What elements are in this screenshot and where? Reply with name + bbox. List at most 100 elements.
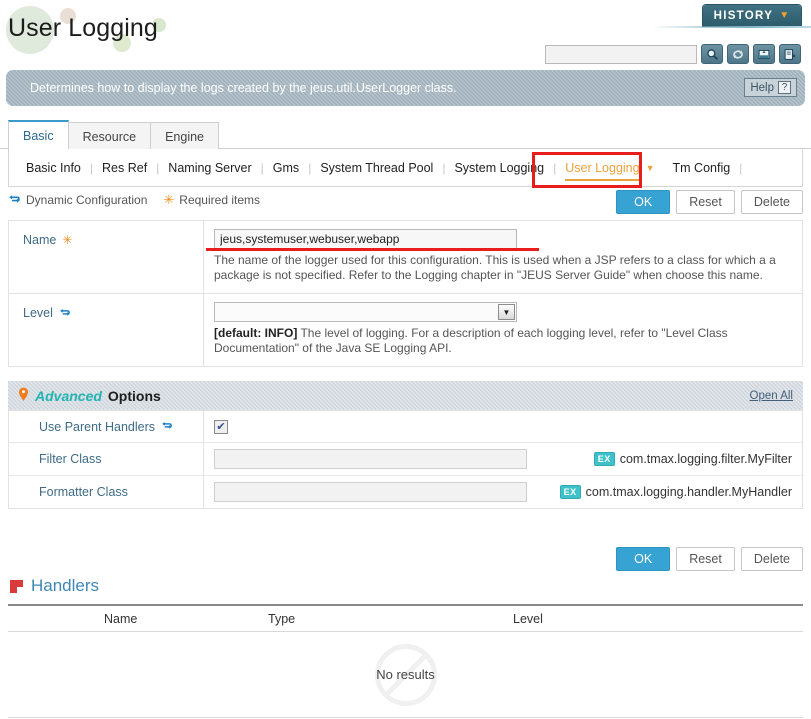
header-divider (651, 26, 811, 28)
subtab-user-logging-label: User Logging (565, 160, 640, 175)
level-body-cell: ▼ [default: INFO] The level of logging. … (204, 294, 802, 366)
level-select-wrap: ▼ (214, 302, 517, 322)
formatter-class-input[interactable] (214, 482, 527, 502)
help-button[interactable]: Help ? (744, 78, 797, 97)
form-actions-top: OK Reset Delete (616, 190, 803, 214)
subtab-system-thread-pool[interactable]: System Thread Pool (311, 161, 442, 175)
tab-engine[interactable]: Engine (150, 122, 220, 150)
form-actions-bottom: OK Reset Delete (616, 547, 803, 571)
tab-basic[interactable]: Basic (8, 120, 69, 150)
legend-required-items: ✳ Required items (163, 192, 260, 208)
advanced-row-filter-class: Filter Class EX com.tmax.logging.filter.… (9, 443, 802, 476)
name-body-cell: The name of the logger used for this con… (204, 221, 802, 293)
level-select[interactable] (214, 302, 517, 322)
basic-form: Name ✳ The name of the logger used for t… (8, 220, 803, 367)
xml-export-icon[interactable] (753, 44, 775, 64)
subtab-res-ref[interactable]: Res Ref (93, 161, 156, 175)
refresh-icon[interactable] (727, 44, 749, 64)
level-description: [default: INFO] The level of logging. Fo… (214, 326, 792, 356)
page-header: User Logging HISTORY ▼ (0, 0, 811, 68)
formatter-class-example-text: com.tmax.logging.handler.MyHandler (585, 485, 792, 499)
advanced-row-use-parent-handlers: Use Parent Handlers ✔ (9, 411, 802, 443)
chevron-down-icon: ▼ (779, 10, 791, 21)
reset-button-bottom[interactable]: Reset (676, 547, 735, 571)
tab-resource[interactable]: Resource (67, 122, 152, 150)
legend-row: Dynamic Configuration ✳ Required items (8, 192, 260, 208)
example-badge-icon: EX (559, 485, 581, 499)
search-input[interactable] (545, 44, 697, 64)
handlers-table: Name Type Level No results (8, 604, 803, 718)
subtab-user-logging[interactable]: User Logging ▼ (556, 160, 663, 181)
handlers-table-header: Name Type Level (8, 604, 803, 632)
level-label-cell: Level (9, 294, 204, 366)
sub-tabs: Basic Info | Res Ref | Naming Server | G… (8, 149, 803, 187)
handlers-title-label: Handlers (31, 576, 100, 595)
chevron-down-icon: ▼ (645, 162, 655, 173)
subtab-gms[interactable]: Gms (264, 161, 308, 175)
question-mark-icon: ? (778, 81, 791, 94)
legend-required-label: Required items (179, 193, 260, 207)
ok-button-bottom[interactable]: OK (616, 547, 671, 571)
level-label: Level (23, 306, 53, 320)
filter-class-body-cell: EX com.tmax.logging.filter.MyFilter (204, 443, 802, 475)
advanced-options-body: Use Parent Handlers ✔ Filter Class EX co… (8, 410, 803, 509)
formatter-class-body-cell: EX com.tmax.logging.handler.MyHandler (204, 476, 802, 508)
subtab-basic-info[interactable]: Basic Info (17, 161, 90, 175)
name-label-cell: Name ✳ (9, 221, 204, 293)
example-badge-icon: EX (593, 452, 615, 466)
history-button[interactable]: HISTORY ▼ (703, 5, 801, 26)
subtab-naming-server[interactable]: Naming Server (159, 161, 260, 175)
advanced-row-formatter-class: Formatter Class EX com.tmax.logging.hand… (9, 476, 802, 508)
underline-annotation (206, 248, 539, 251)
square-marker-icon (10, 579, 23, 593)
filter-class-label-cell: Filter Class (17, 443, 204, 475)
formatter-class-example: EX com.tmax.logging.handler.MyHandler (559, 485, 792, 499)
name-input[interactable] (214, 229, 517, 249)
name-label: Name (23, 233, 57, 247)
advanced-options-header: Advanced Options Open All (8, 381, 803, 410)
use-parent-handlers-checkbox[interactable]: ✔ (214, 419, 228, 434)
bulb-icon (18, 387, 29, 405)
advanced-word: Advanced (35, 387, 102, 404)
search-icon[interactable] (701, 44, 723, 64)
use-parent-handlers-label: Use Parent Handlers (39, 419, 156, 434)
separator: | (739, 160, 743, 175)
filter-class-input[interactable] (214, 449, 527, 469)
open-all-link[interactable]: Open All (750, 390, 793, 402)
filter-class-example-text: com.tmax.logging.filter.MyFilter (619, 452, 792, 466)
delete-button-bottom[interactable]: Delete (740, 547, 803, 571)
banner-text: Determines how to display the logs creat… (30, 81, 457, 95)
subtab-tm-config[interactable]: Tm Config (664, 161, 740, 175)
form-row-name: Name ✳ The name of the logger used for t… (9, 221, 802, 294)
use-parent-handlers-body-cell: ✔ (204, 414, 802, 440)
required-asterisk-icon: ✳ (62, 233, 73, 247)
legend-dynamic-label: Dynamic Configuration (26, 193, 148, 207)
download-icon[interactable] (779, 44, 801, 64)
advanced-options-title: Advanced Options (18, 387, 161, 405)
page-title: User Logging (8, 14, 158, 42)
ok-button[interactable]: OK (616, 190, 671, 214)
handlers-section-title: Handlers (10, 576, 99, 596)
history-label: HISTORY (713, 9, 774, 22)
filter-class-example: EX com.tmax.logging.filter.MyFilter (593, 452, 792, 466)
no-results-text: No results (376, 667, 435, 682)
refresh-cycle-icon (8, 192, 21, 208)
formatter-class-label: Formatter Class (39, 485, 128, 499)
filter-class-label: Filter Class (39, 452, 102, 466)
legend-dynamic-configuration: Dynamic Configuration (8, 192, 147, 208)
name-description: The name of the logger used for this con… (214, 253, 776, 282)
column-header-level: Level (513, 611, 543, 626)
help-label: Help (750, 81, 774, 94)
dynamic-config-icon (59, 306, 71, 321)
level-default-tag: [default: INFO] (214, 326, 298, 340)
use-parent-handlers-label-cell: Use Parent Handlers (17, 411, 204, 442)
description-banner: Determines how to display the logs creat… (6, 70, 805, 106)
reset-button[interactable]: Reset (676, 190, 735, 214)
asterisk-icon: ✳ (163, 192, 175, 207)
subtab-system-logging[interactable]: System Logging (445, 161, 553, 175)
options-word: Options (107, 387, 161, 404)
handlers-empty-state: No results (8, 632, 803, 718)
delete-button[interactable]: Delete (740, 190, 803, 214)
form-row-level: Level ▼ [default: INFO] The level of log… (9, 294, 802, 367)
column-header-name: Name (104, 611, 138, 626)
